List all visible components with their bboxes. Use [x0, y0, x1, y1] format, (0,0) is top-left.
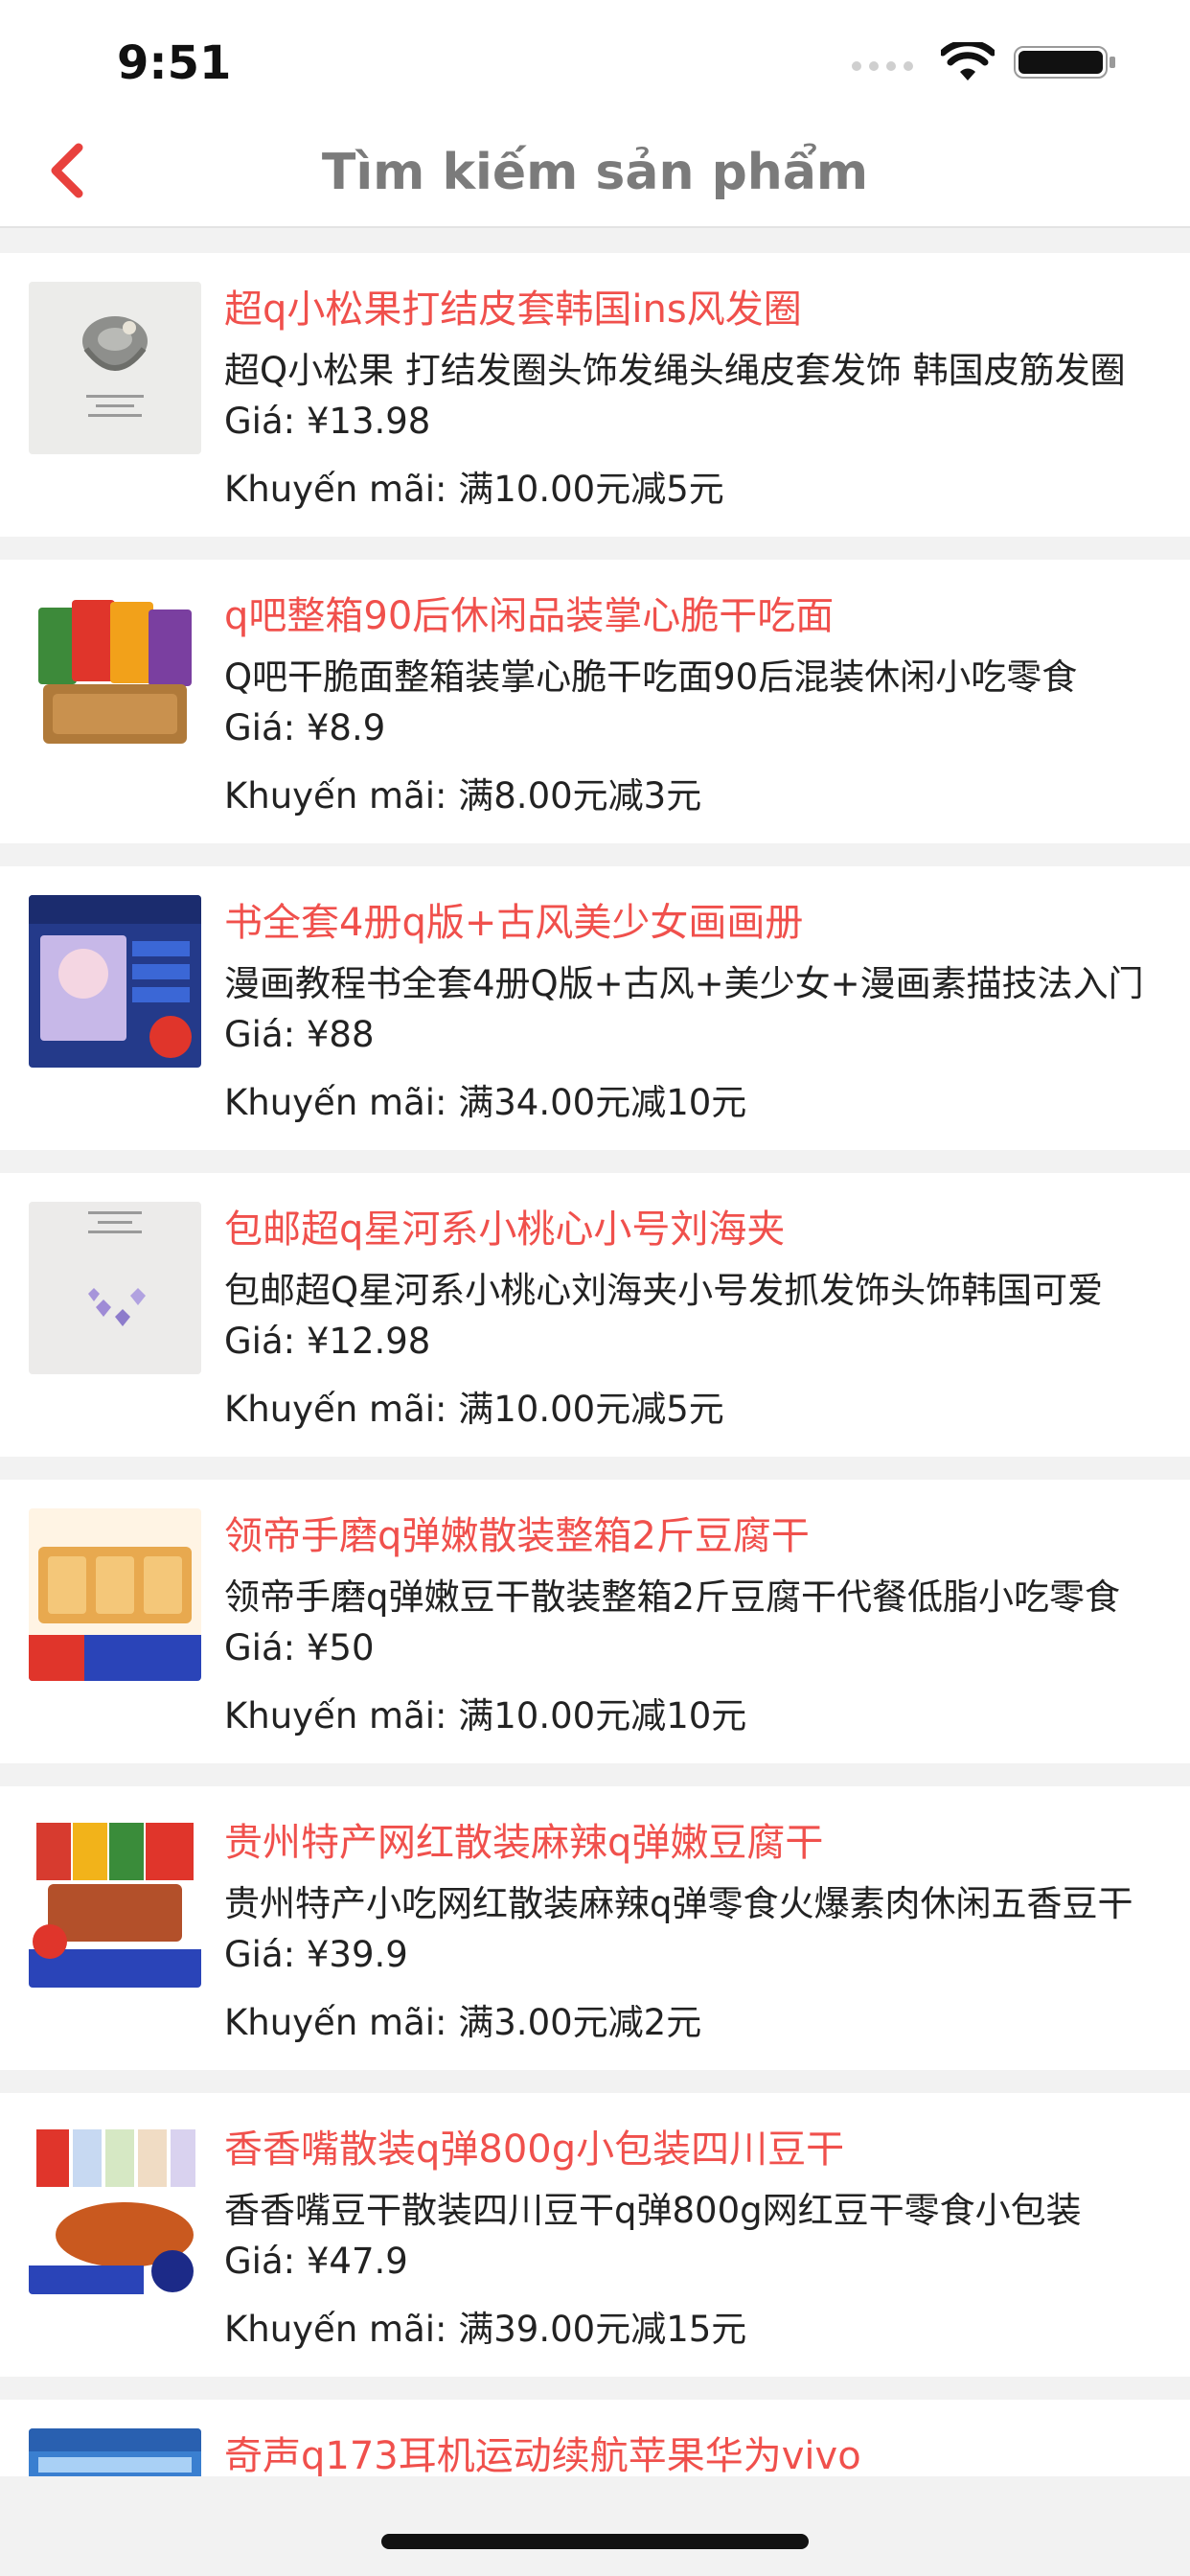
product-thumbnail-tofu: [29, 1508, 201, 1681]
product-price: Giá: ¥88: [224, 1014, 375, 1055]
status-time: 9:51: [117, 36, 232, 90]
product-promotion: Khuyến mãi: 满8.00元减3元: [224, 775, 702, 816]
product-card[interactable]: 领帝手磨q弹嫩散装整箱2斤豆腐干 领帝手磨q弹嫩豆干散装整箱2斤豆腐干代餐低脂小…: [0, 1480, 1190, 1763]
product-thumbnail-hair-tie: [29, 282, 201, 454]
product-thumbnail-hair-clip: [29, 1202, 201, 1374]
product-title: 贵州特产网红散装麻辣q弹嫩豆腐干: [224, 1821, 824, 1865]
product-price: Giá: ¥50: [224, 1627, 375, 1668]
product-price: Giá: ¥12.98: [224, 1321, 431, 1362]
cellular-signal-icon: [852, 61, 913, 71]
product-title: 书全套4册q版+古风美少女画画册: [224, 901, 804, 945]
product-card[interactable]: q吧整箱90后休闲品装掌心脆干吃面 Q吧干脆面整箱装掌心脆干吃面90后混装休闲小…: [0, 560, 1190, 843]
product-description: 超Q小松果 打结发圈头饰发绳头绳皮套发饰 韩国皮筋发圈: [224, 350, 1126, 391]
product-card[interactable]: 书全套4册q版+古风美少女画画册 漫画教程书全套4册Q版+古风+美少女+漫画素描…: [0, 866, 1190, 1150]
product-description: 香香嘴豆干散装四川豆干q弹800g网红豆干零食小包装: [224, 2190, 1082, 2231]
product-thumbnail-spicy-tofu: [29, 1815, 201, 1988]
product-title: 超q小松果打结皮套韩国ins风发圈: [224, 288, 802, 332]
battery-icon: [1014, 46, 1115, 79]
product-price: Giá: ¥8.9: [224, 707, 386, 748]
bottom-safe-area: [0, 2476, 1190, 2576]
wifi-icon: [941, 42, 995, 80]
product-promotion: Khuyến mãi: 满39.00元减15元: [224, 2309, 747, 2350]
product-promotion: Khuyến mãi: 满34.00元减10元: [224, 1082, 747, 1123]
product-thumbnail-snack: [29, 588, 201, 761]
product-card[interactable]: 超q小松果打结皮套韩国ins风发圈 超Q小松果 打结发圈头饰发绳头绳皮套发饰 韩…: [0, 253, 1190, 537]
product-card[interactable]: 贵州特产网红散装麻辣q弹嫩豆腐干 贵州特产小吃网红散装麻辣q弹零食火爆素肉休闲五…: [0, 1786, 1190, 2070]
product-title: q吧整箱90后休闲品装掌心脆干吃面: [224, 594, 835, 638]
product-price: Giá: ¥47.9: [224, 2241, 408, 2282]
product-promotion: Khuyến mãi: 满10.00元减5元: [224, 469, 724, 510]
product-description: 贵州特产小吃网红散装麻辣q弹零食火爆素肉休闲五香豆干: [224, 1883, 1133, 1924]
product-title: 香香嘴散装q弹800g小包装四川豆干: [224, 2128, 845, 2172]
product-promotion: Khuyến mãi: 满3.00元减2元: [224, 2002, 702, 2043]
product-description: 包邮超Q星河系小桃心刘海夹小号发抓发饰头饰韩国可爱: [224, 1270, 1104, 1311]
product-description: 领帝手磨q弹嫩豆干散装整箱2斤豆腐干代餐低脂小吃零食: [224, 1576, 1121, 1618]
home-indicator[interactable]: [381, 2534, 809, 2549]
page-title: Tìm kiếm sản phẩm: [321, 144, 869, 201]
product-title: 领帝手磨q弹嫩散装整箱2斤豆腐干: [224, 1514, 810, 1558]
product-description: Q吧干脆面整箱装掌心脆干吃面90后混装休闲小吃零食: [224, 656, 1078, 698]
product-thumbnail-earphones: [29, 2428, 201, 2476]
product-promotion: Khuyến mãi: 满10.00元减5元: [224, 1389, 724, 1430]
product-thumbnail-book: [29, 895, 201, 1068]
product-description: 漫画教程书全套4册Q版+古风+美少女+漫画素描技法入门: [224, 963, 1144, 1004]
product-card[interactable]: 奇声q173耳机运动续航苹果华为vivo: [0, 2400, 1190, 2476]
status-icons: [841, 42, 1129, 84]
product-title: 包邮超q星河系小桃心小号刘海夹: [224, 1208, 786, 1252]
product-card[interactable]: 包邮超q星河系小桃心小号刘海夹 包邮超Q星河系小桃心刘海夹小号发抓发饰头饰韩国可…: [0, 1173, 1190, 1457]
product-title: 奇声q173耳机运动续航苹果华为vivo: [224, 2434, 861, 2476]
product-promotion: Khuyến mãi: 满10.00元减10元: [224, 1695, 747, 1736]
product-thumbnail-packaged-tofu: [29, 2122, 201, 2294]
product-price: Giá: ¥39.9: [224, 1934, 408, 1975]
navigation-bar: Tìm kiếm sản phẩm: [0, 125, 1190, 228]
product-card[interactable]: 香香嘴散装q弹800g小包装四川豆干 香香嘴豆干散装四川豆干q弹800g网红豆干…: [0, 2093, 1190, 2377]
product-price: Giá: ¥13.98: [224, 401, 431, 442]
status-bar: 9:51: [0, 0, 1190, 125]
